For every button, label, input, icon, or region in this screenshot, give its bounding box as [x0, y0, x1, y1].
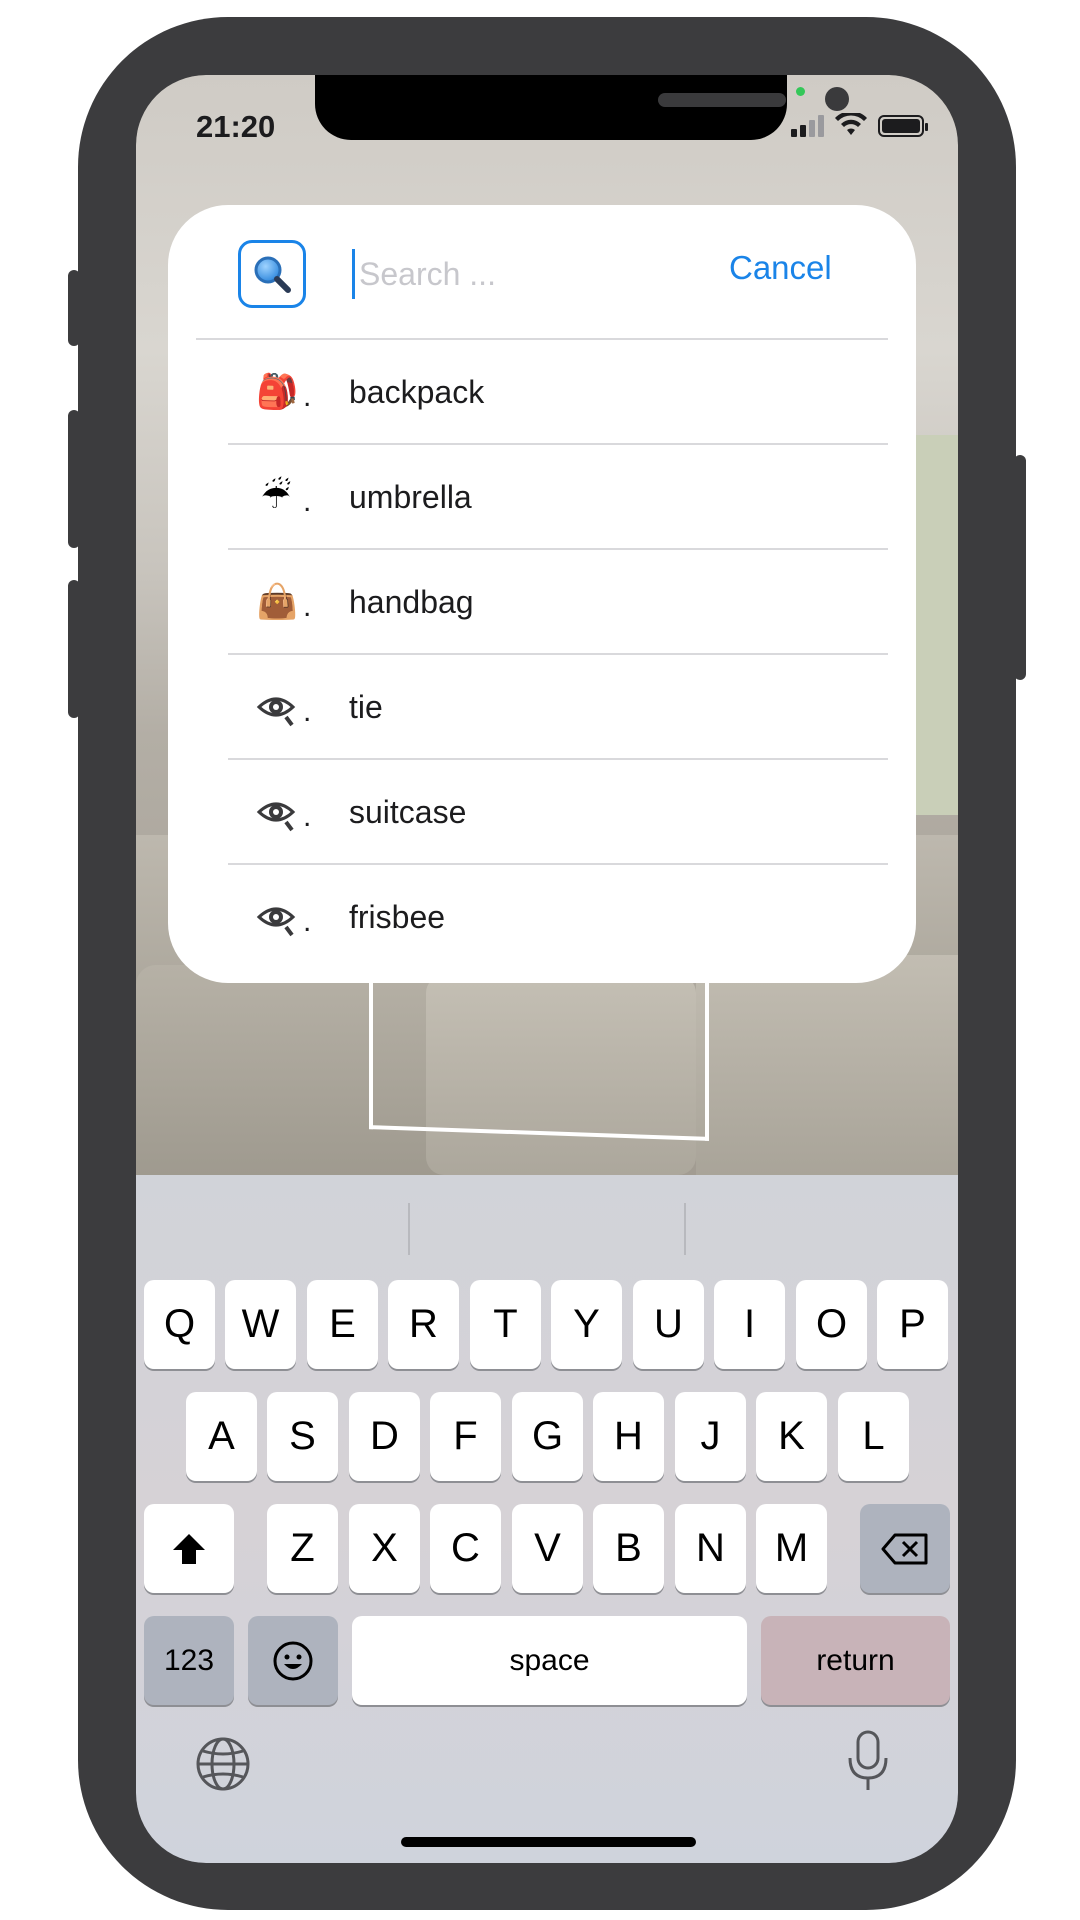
notch — [315, 75, 849, 140]
key-n[interactable]: N — [675, 1504, 746, 1593]
eye-icon — [256, 897, 296, 937]
list-item-label: backpack — [349, 374, 485, 410]
separator-dot: . — [303, 800, 312, 833]
delete-icon — [881, 1533, 928, 1564]
key-e[interactable]: E — [307, 1280, 378, 1369]
list-item-label: frisbee — [349, 899, 446, 935]
globe-icon[interactable] — [194, 1735, 252, 1793]
key-c[interactable]: C — [430, 1504, 501, 1593]
space-key[interactable]: space — [352, 1616, 747, 1705]
key-d[interactable]: D — [349, 1392, 420, 1481]
power-button — [1014, 455, 1026, 680]
separator-dot: . — [303, 695, 312, 728]
emoji-icon — [273, 1641, 313, 1680]
status-time: 21:20 — [196, 109, 276, 144]
key-z[interactable]: Z — [267, 1504, 338, 1593]
list-item-backpack[interactable]: 🎒 . backpack — [168, 340, 916, 445]
delete-key[interactable] — [860, 1504, 950, 1593]
search-panel: Cancel 🎒 . backpack ☔ . umbrella 👜 . han… — [168, 205, 916, 983]
screen: 21:20 Search ... Cancel 🎒 . backpack ☔ .… — [136, 75, 958, 1863]
search-bar: Cancel — [168, 205, 916, 338]
key-w[interactable]: W — [225, 1280, 296, 1369]
separator-dot: . — [303, 905, 312, 938]
key-g[interactable]: G — [512, 1392, 583, 1481]
key-y[interactable]: Y — [551, 1280, 622, 1369]
status-icons — [791, 113, 928, 137]
search-icon[interactable] — [238, 240, 306, 308]
key-f[interactable]: F — [430, 1392, 501, 1481]
eye-icon — [256, 687, 296, 727]
list-item-frisbee[interactable]: . frisbee — [168, 865, 916, 970]
emoji-key[interactable] — [248, 1616, 338, 1705]
key-u[interactable]: U — [633, 1280, 704, 1369]
suggestion-divider — [684, 1203, 686, 1255]
shift-key[interactable] — [144, 1504, 234, 1593]
wifi-icon — [835, 113, 867, 135]
key-q[interactable]: Q — [144, 1280, 215, 1369]
key-a[interactable]: A — [186, 1392, 257, 1481]
list-item-label: suitcase — [349, 794, 467, 830]
umbrella-icon: ☔ — [260, 478, 292, 516]
eye-icon — [256, 792, 296, 832]
search-input[interactable] — [352, 249, 652, 299]
cancel-button[interactable]: Cancel — [729, 249, 832, 287]
numbers-key[interactable]: 123 — [144, 1616, 234, 1705]
key-k[interactable]: K — [756, 1392, 827, 1481]
key-m[interactable]: M — [756, 1504, 827, 1593]
keyboard: Q W E R T Y U I O P A S D F G H J K L Z … — [136, 1175, 958, 1863]
battery-icon — [878, 115, 928, 137]
shift-icon — [173, 1533, 205, 1564]
list-item-label: handbag — [349, 584, 474, 620]
results-list: 🎒 . backpack ☔ . umbrella 👜 . handbag . … — [168, 340, 916, 970]
separator-dot: . — [303, 380, 312, 413]
key-i[interactable]: I — [714, 1280, 785, 1369]
ar-bounding-box — [369, 969, 709, 1141]
separator-dot: . — [303, 485, 312, 518]
key-l[interactable]: L — [838, 1392, 909, 1481]
key-o[interactable]: O — [796, 1280, 867, 1369]
list-item-handbag[interactable]: 👜 . handbag — [168, 550, 916, 655]
key-t[interactable]: T — [470, 1280, 541, 1369]
mute-switch — [68, 270, 80, 346]
key-r[interactable]: R — [388, 1280, 459, 1369]
list-item-tie[interactable]: . tie — [168, 655, 916, 760]
key-x[interactable]: X — [349, 1504, 420, 1593]
list-item-label: tie — [349, 689, 383, 725]
home-indicator[interactable] — [401, 1837, 696, 1847]
key-b[interactable]: B — [593, 1504, 664, 1593]
suggestion-divider — [408, 1203, 410, 1255]
front-camera — [825, 87, 849, 111]
backpack-icon: 🎒 — [256, 373, 299, 411]
separator-dot: . — [303, 590, 312, 623]
volume-down-button — [68, 580, 80, 718]
list-item-suitcase[interactable]: . suitcase — [168, 760, 916, 865]
camera-in-use-indicator — [796, 87, 805, 96]
key-j[interactable]: J — [675, 1392, 746, 1481]
key-s[interactable]: S — [267, 1392, 338, 1481]
key-p[interactable]: P — [877, 1280, 948, 1369]
return-key[interactable]: return — [761, 1616, 950, 1705]
list-item-umbrella[interactable]: ☔ . umbrella — [168, 445, 916, 550]
key-h[interactable]: H — [593, 1392, 664, 1481]
microphone-icon[interactable] — [846, 1730, 890, 1794]
list-item-label: umbrella — [349, 479, 472, 515]
key-v[interactable]: V — [512, 1504, 583, 1593]
sofa-seat — [696, 955, 958, 1175]
volume-up-button — [68, 410, 80, 548]
cellular-signal-icon — [791, 115, 824, 137]
handbag-icon: 👜 — [256, 583, 299, 621]
speaker — [658, 93, 786, 107]
